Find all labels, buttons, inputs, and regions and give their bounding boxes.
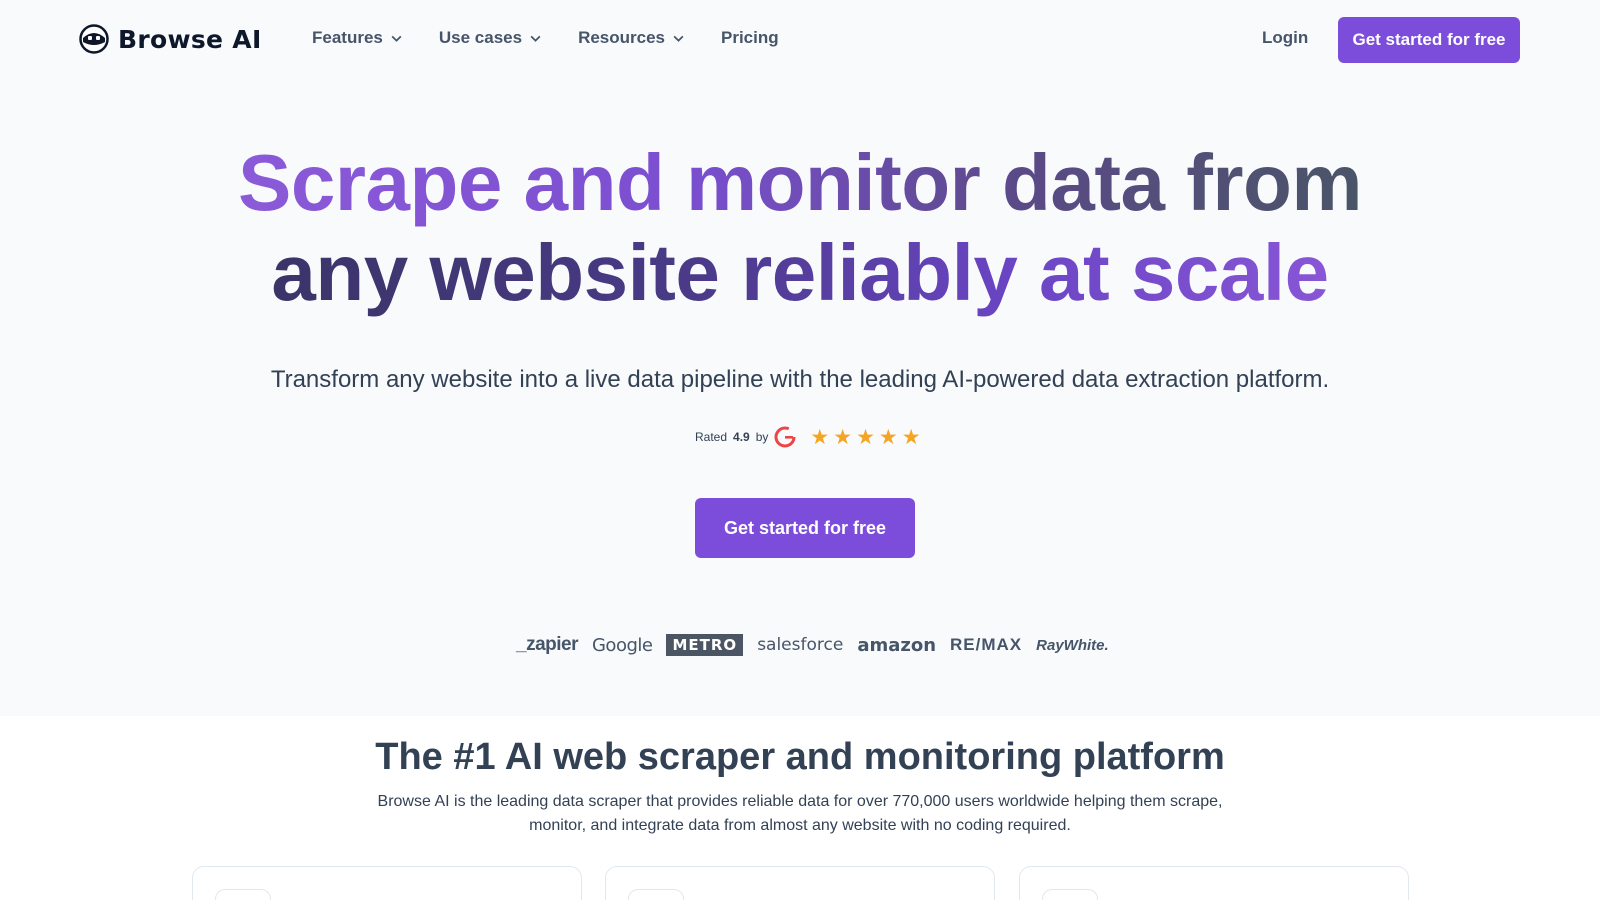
menu-item-resources[interactable]: Resources [578,28,685,48]
menu-item-pricing[interactable]: Pricing [721,28,779,48]
menu-item-label: Resources [578,28,665,47]
menu-item-label: Pricing [721,28,779,47]
rating-badge: Rated 4.9 by ★ ★ ★ ★ ★ [695,426,921,448]
menu-item-use-cases[interactable]: Use cases [439,28,542,48]
logo-text: Browse AI [118,24,262,54]
rating-suffix: by [755,430,769,444]
section-title: The #1 AI web scraper and monitoring pla… [375,736,1225,778]
star-icon: ★ [901,425,921,449]
hero-subtitle: Transform any website into a live data p… [270,366,1330,393]
feature-card-icon [215,889,271,900]
feature-card-icon [1042,889,1098,900]
chevron-down-icon [391,35,402,42]
feature-card-icon [628,889,684,900]
chevron-down-icon [673,35,684,42]
star-icon: ★ [856,425,875,449]
hero-title-line-2: any website reliably at scale [271,228,1329,317]
login-link[interactable]: Login [1262,28,1308,48]
feature-card[interactable] [605,866,995,900]
hero-title: Scrape and monitor data from any website… [0,138,1600,318]
platform-section: The #1 AI web scraper and monitoring pla… [0,716,1600,900]
feature-card[interactable] [1019,866,1409,900]
brand-logos: _zapier Google METRO salesforce amazon R… [516,634,1109,656]
google-logo: Google [591,634,653,656]
star-icon: ★ [878,425,898,449]
g2-icon [774,426,796,448]
menu-item-label: Use cases [438,28,523,47]
feature-card[interactable] [192,866,582,900]
hero-title-line-1: Scrape and monitor data from [238,138,1362,227]
browse-ai-logo[interactable]: Browse AI [79,24,262,54]
salesforce-logo: salesforce [757,635,844,655]
star-icon: ★ [833,425,853,449]
robot-logo-icon [79,24,109,54]
star-rating: ★ ★ ★ ★ ★ [810,427,920,448]
star-icon: ★ [810,425,830,449]
menu-item-label: Features [312,28,383,47]
metro-logo: METRO [666,634,744,656]
rating-value: 4.9 [733,430,750,444]
raywhite-logo: RayWhite. [1036,636,1109,654]
remax-logo: RE/MAX [950,635,1023,654]
hero-get-started-button[interactable]: Get started for free [695,498,915,558]
zapier-logo: _zapier [516,634,578,655]
section-description: Browse AI is the leading data scraper th… [377,793,1223,834]
rating-prefix: Rated [695,430,728,444]
menu-item-features[interactable]: Features [312,28,403,48]
amazon-logo: amazon [857,634,937,656]
chevron-down-icon [530,35,541,42]
nav-get-started-button[interactable]: Get started for free [1338,17,1520,63]
top-navigation: Browse AI Features Use cases Resources P… [0,0,1600,80]
main-menu: Features Use cases Resources Pricing [312,28,779,48]
